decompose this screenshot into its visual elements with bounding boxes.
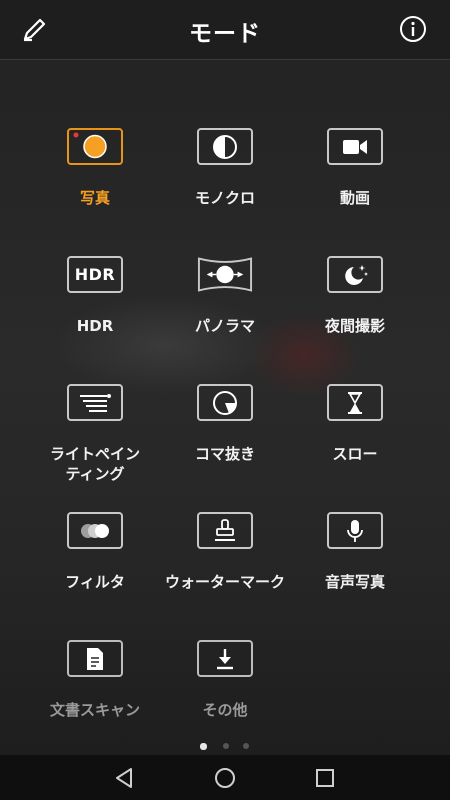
mode-watermark[interactable]: ウォーターマーク (160, 512, 290, 622)
mode-panorama[interactable]: パノラマ (160, 256, 290, 366)
mode-light-painting[interactable]: ライトペイン ティング (30, 384, 160, 494)
monochrome-icon (197, 128, 253, 165)
back-icon[interactable] (111, 765, 137, 791)
home-icon[interactable] (212, 765, 238, 791)
mode-document-scan[interactable]: 文書スキャン (30, 640, 160, 750)
night-mode-icon (327, 256, 383, 293)
system-nav-bar (0, 755, 450, 800)
video-icon (327, 128, 383, 165)
time-lapse-icon (197, 384, 253, 421)
page-dot[interactable] (200, 743, 207, 750)
mode-video[interactable]: 動画 (290, 128, 420, 238)
filter-icon (67, 512, 123, 549)
mode-monochrome[interactable]: モノクロ (160, 128, 290, 238)
hdr-icon: HDR (67, 256, 123, 293)
download-more-icon (197, 640, 253, 677)
camera-photo-icon (67, 128, 123, 165)
mode-audio-note[interactable]: 音声写真 (290, 512, 420, 622)
mode-slow-motion[interactable]: スロー (290, 384, 420, 494)
mode-label: ライトペイン ティング (49, 445, 140, 483)
panorama-icon (197, 256, 253, 293)
mode-photo[interactable]: 写真 (30, 128, 160, 238)
mode-time-lapse[interactable]: コマ抜き (160, 384, 290, 494)
mode-filter[interactable]: フィルタ (30, 512, 160, 622)
mode-label: 夜間撮影 (324, 317, 385, 335)
mode-label: スロー (332, 445, 378, 463)
page-dot[interactable] (223, 743, 229, 749)
mode-label: HDR (76, 317, 114, 335)
mode-label: モノクロ (194, 189, 255, 207)
mode-label: 音声写真 (324, 573, 385, 591)
mode-label: コマ抜き (194, 445, 255, 463)
mode-night[interactable]: 夜間撮影 (290, 256, 420, 366)
mode-label: フィルタ (65, 573, 125, 591)
watermark-icon (197, 512, 253, 549)
audio-note-icon (327, 512, 383, 549)
mode-hdr[interactable]: HDR HDR (30, 256, 160, 366)
page-indicator (200, 743, 260, 753)
document-scan-icon (67, 640, 123, 677)
recent-apps-icon[interactable] (312, 765, 338, 791)
mode-label: 動画 (339, 189, 370, 207)
page-dot[interactable] (243, 743, 249, 749)
mode-label: その他 (202, 701, 248, 719)
mode-label: 文書スキャン (49, 701, 140, 719)
mode-grid: 写真 モノクロ 動画 HDR HDR パノラマ 夜間撮影 ライトペイン ティング… (0, 0, 450, 800)
mode-label: 写真 (79, 189, 110, 207)
slow-motion-icon (327, 384, 383, 421)
light-painting-icon (67, 384, 123, 421)
mode-more[interactable]: その他 (160, 640, 290, 750)
mode-label: パノラマ (194, 317, 255, 335)
mode-label: ウォーターマーク (164, 573, 285, 591)
